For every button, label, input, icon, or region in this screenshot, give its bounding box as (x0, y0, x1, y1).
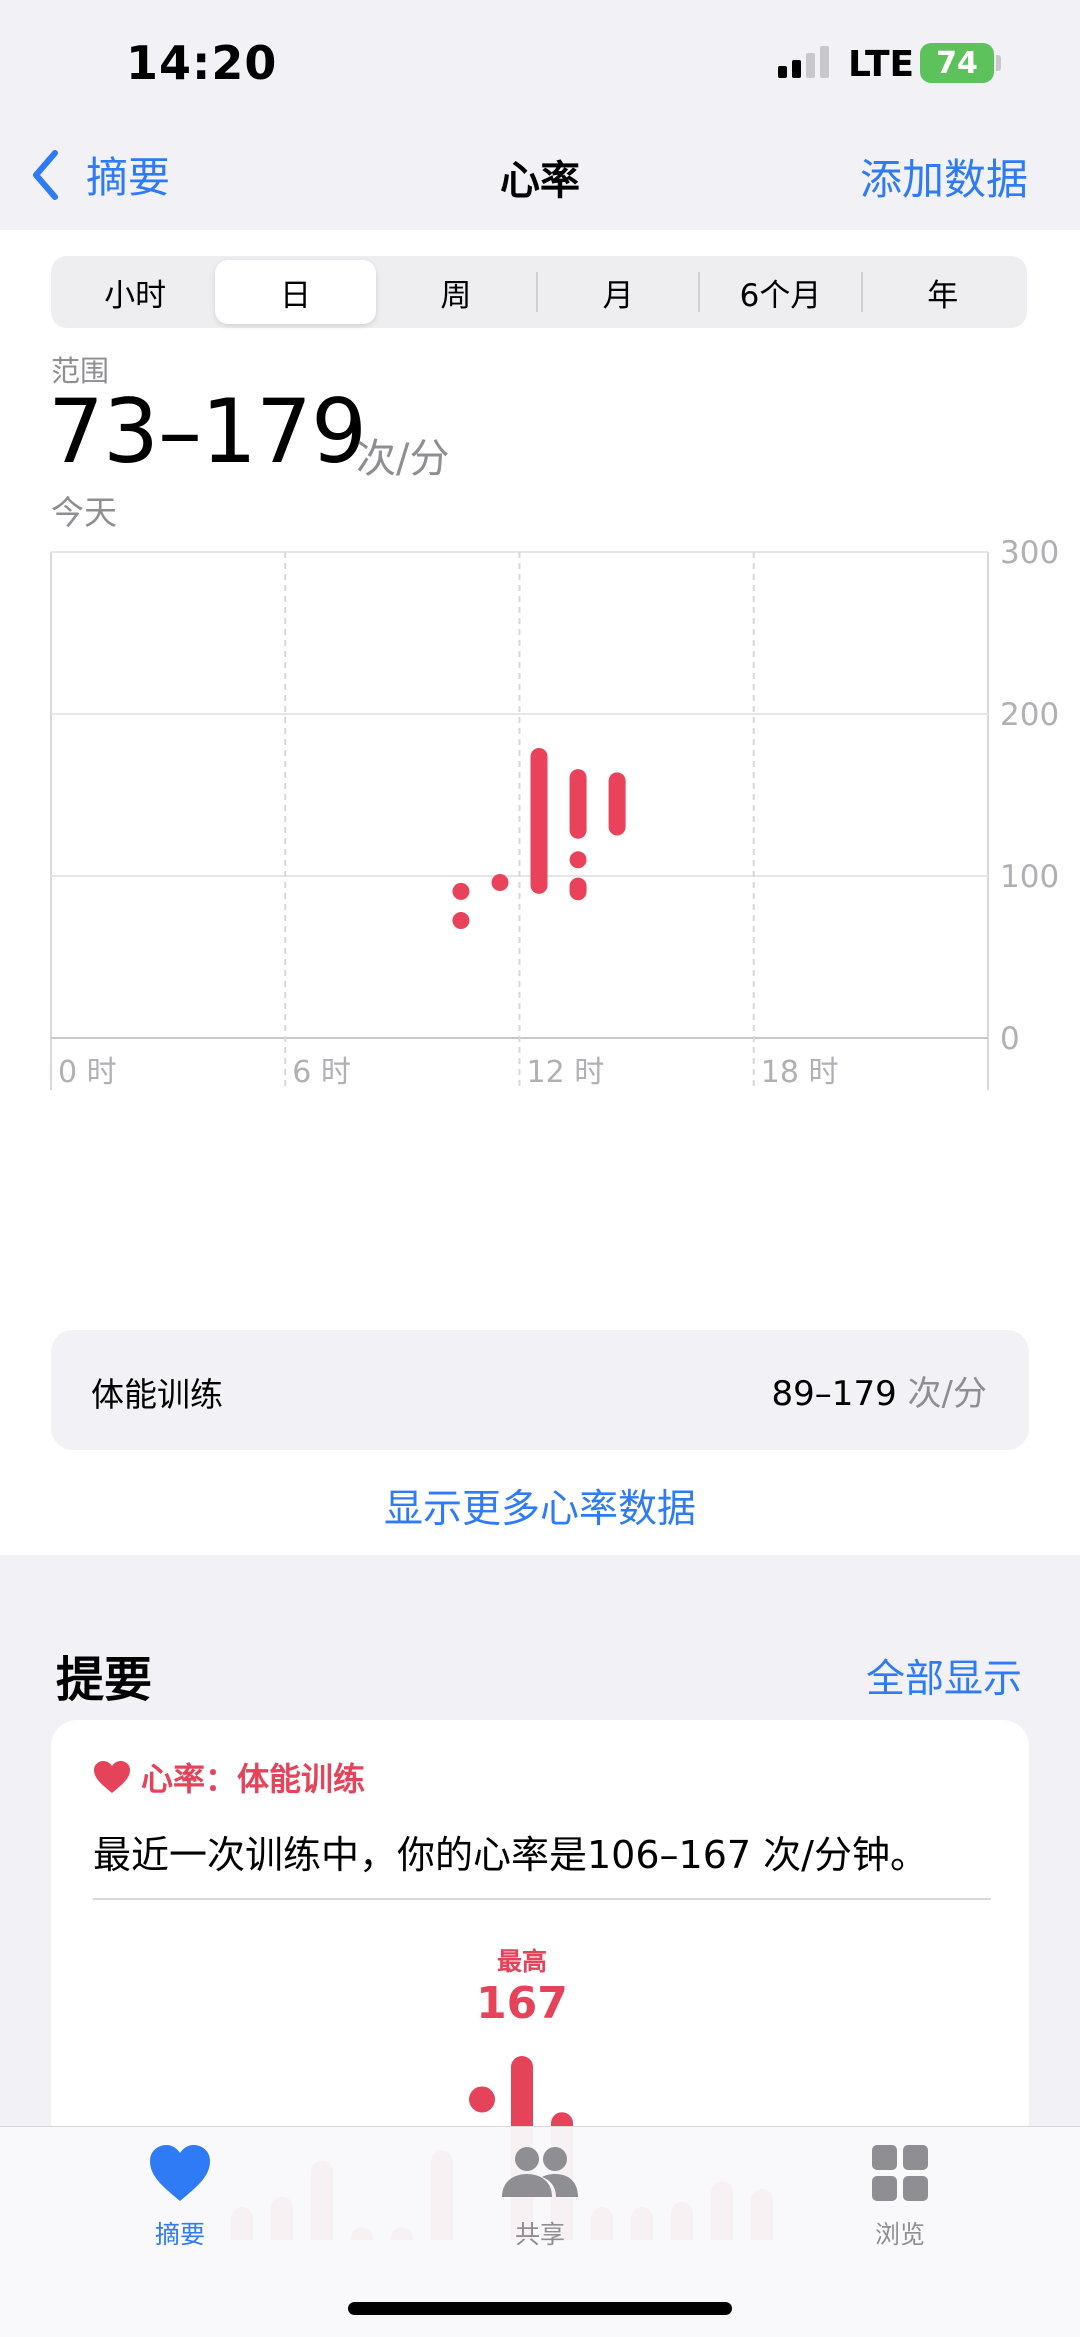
heart-rate-range-bar[interactable] (569, 769, 587, 839)
heart-rate-range-bar[interactable] (569, 877, 587, 901)
heart-rate-range-bar[interactable] (530, 748, 548, 894)
people-icon (502, 2147, 578, 2197)
heart-rate-range-bar[interactable] (608, 772, 626, 836)
y-tick-label: 0 (1000, 1021, 1020, 1057)
workout-unit: 次/分 (907, 1374, 987, 1414)
tab-sharing-label: 共享 (514, 2220, 565, 2249)
show-all-link[interactable]: 全部显示 (866, 1648, 1022, 1704)
segment-year[interactable]: 年 (863, 260, 1023, 324)
divider (93, 1898, 991, 1900)
tab-sharing[interactable]: 共享 (450, 2143, 630, 2251)
segment-month[interactable]: 月 (538, 260, 698, 324)
main-panel: 小时 日 周 月 6个月 年 范围 73–179 次/分 今天 300 200 10… (0, 230, 1080, 1555)
tab-bar: 摘要 共享 浏览 (0, 2126, 1080, 2337)
show-more-heart-data-link[interactable]: 显示更多心率数据 (0, 1478, 1080, 1534)
y-tick-label: 300 (1000, 535, 1059, 571)
tab-browse[interactable]: 浏览 (810, 2143, 990, 2251)
network-type: LTE (848, 44, 915, 85)
status-time: 14:20 (126, 36, 278, 90)
y-tick-label: 200 (1000, 697, 1059, 733)
tab-summary[interactable]: 摘要 (90, 2143, 270, 2251)
range-unit: 次/分 (356, 436, 450, 482)
battery-tip (996, 55, 1001, 71)
max-value: 167 (476, 1978, 568, 2029)
workout-range: 89–179 (771, 1374, 897, 1414)
x-tick-label: 6 时 (292, 1055, 351, 1090)
segment-6-months[interactable]: 6个月 (700, 260, 860, 324)
segment-week[interactable]: 周 (376, 260, 536, 324)
highlight-heading-text: 心率：体能训练 (141, 1760, 366, 1798)
highlights-title: 提要 (56, 1652, 153, 1708)
heart-rate-range-bar[interactable] (452, 882, 470, 900)
heart-rate-range-bar[interactable] (569, 851, 587, 869)
y-tick-label: 100 (1000, 859, 1059, 895)
nav-bar: 摘要 心率 添加数据 (0, 130, 1080, 230)
heart-rate-chart[interactable]: 300 200 100 0 0 时 6 时 12 时 18 时 (0, 530, 1080, 1110)
heart-icon (150, 2145, 210, 2201)
status-bar: 14:20 LTE 74 (0, 0, 1080, 130)
range-date: 今天 (51, 493, 117, 532)
highlight-heading: 心率：体能训练 (93, 1754, 365, 1800)
workout-row[interactable]: 体能训练 89–179 次/分 (51, 1330, 1029, 1450)
x-tick-label: 18 时 (761, 1055, 839, 1090)
time-range-selector: 小时 日 周 月 6个月 年 (51, 256, 1027, 328)
grid-icon (872, 2145, 928, 2201)
highlight-text: 最近一次训练中，你的心率是106–167 次/分钟。 (93, 1833, 928, 1877)
tab-browse-label: 浏览 (874, 2220, 925, 2249)
tab-summary-label: 摘要 (154, 2220, 205, 2249)
heart-icon (94, 1761, 130, 1793)
cellular-signal-icon (778, 46, 829, 78)
battery-icon: 74 (920, 43, 994, 83)
segment-hour[interactable]: 小时 (55, 260, 215, 324)
battery-level: 74 (936, 45, 978, 81)
workout-label: 体能训练 (91, 1375, 223, 1414)
workout-value: 89–179 次/分 (772, 1366, 987, 1415)
range-value: 73–179 (48, 380, 367, 483)
heart-rate-range-bar[interactable] (452, 912, 470, 930)
home-indicator (348, 2302, 732, 2315)
x-tick-label: 0 时 (58, 1055, 117, 1090)
max-label: 最高 (497, 1947, 547, 1976)
add-data-button[interactable]: 添加数据 (860, 146, 1028, 207)
x-tick-label: 12 时 (527, 1055, 605, 1090)
workout-max-dot (469, 2086, 495, 2113)
chart-grid (50, 551, 989, 1090)
segment-day[interactable]: 日 (215, 260, 376, 324)
heart-rate-range-bar[interactable] (491, 873, 509, 891)
